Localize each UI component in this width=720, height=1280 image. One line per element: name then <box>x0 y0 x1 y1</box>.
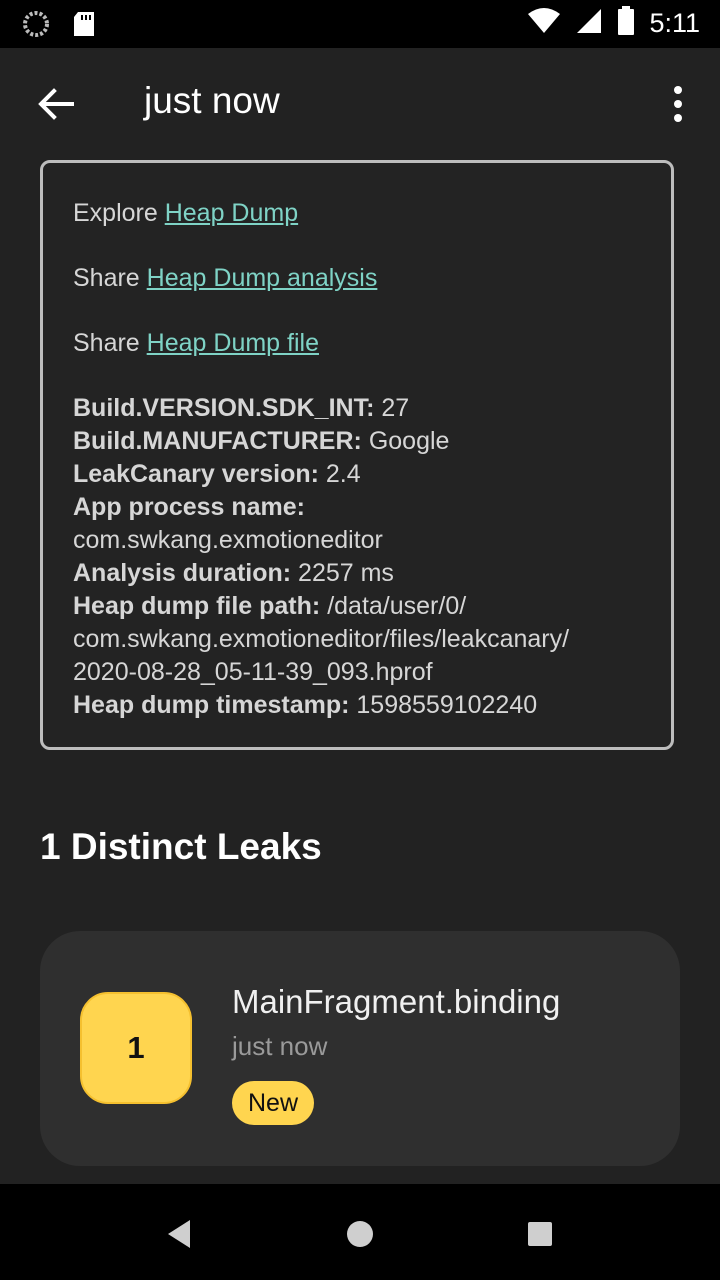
info-line: Build.MANUFACTURER: Google <box>73 427 450 455</box>
heap-dump-info-card: Explore Heap Dump Share Heap Dump analys… <box>40 160 674 750</box>
more-vert-icon <box>658 86 698 136</box>
explore-row: Explore Heap Dump <box>73 197 663 230</box>
signal-icon <box>575 7 603 40</box>
info-line: com.swkang.exmotioneditor <box>73 526 383 554</box>
explore-heap-dump-link[interactable]: Heap Dump <box>165 199 298 227</box>
leak-time: just now <box>232 1031 328 1061</box>
back-button[interactable] <box>28 76 84 132</box>
leak-count-badge: 1 <box>80 992 192 1104</box>
build-info: Build.VERSION.SDK_INT: 27 Build.MANUFACT… <box>73 392 663 722</box>
wifi-icon <box>527 7 561 40</box>
info-line: com.swkang.exmotioneditor/files/leakcana… <box>73 625 570 653</box>
section-title: 1 Distinct Leaks <box>40 826 322 867</box>
recents-square-icon <box>520 1222 560 1258</box>
app-bar: just now <box>0 48 720 160</box>
share-analysis-row: Share Heap Dump analysis <box>73 262 663 295</box>
nav-recents-button[interactable] <box>520 1214 560 1254</box>
leak-title: MainFragment.binding <box>232 983 561 1020</box>
status-bar: 5:11 <box>0 0 720 48</box>
share-file-row: Share Heap Dump file <box>73 327 663 360</box>
info-line: Heap dump file path: /data/user/0/ <box>73 592 467 620</box>
navigation-bar <box>0 1184 720 1280</box>
back-triangle-icon <box>160 1220 200 1258</box>
share-file-label: Share <box>73 329 140 357</box>
status-time: 5:11 <box>649 8 700 38</box>
info-line: LeakCanary version: 2.4 <box>73 460 361 488</box>
info-line: Build.VERSION.SDK_INT: 27 <box>73 394 410 422</box>
page-title: just now <box>144 80 280 121</box>
info-line: App process name: <box>73 493 306 521</box>
sd-card-icon <box>72 10 96 43</box>
home-circle-icon <box>340 1221 380 1258</box>
nav-back-button[interactable] <box>160 1214 200 1254</box>
loading-icon <box>22 10 50 43</box>
share-analysis-label: Share <box>73 264 140 292</box>
more-options-button[interactable] <box>658 76 698 132</box>
info-line: 2020-08-28_05-11-39_093.hprof <box>73 658 433 686</box>
share-analysis-link[interactable]: Heap Dump analysis <box>147 264 378 292</box>
new-tag: New <box>232 1081 315 1125</box>
leak-list-item[interactable]: 1 MainFragment.binding just now New <box>40 931 680 1166</box>
share-file-link[interactable]: Heap Dump file <box>147 329 319 357</box>
explore-label: Explore <box>73 199 158 227</box>
arrow-back-icon <box>28 88 84 136</box>
battery-icon <box>617 6 635 41</box>
nav-home-button[interactable] <box>340 1214 380 1254</box>
info-line: Analysis duration: 2257 ms <box>73 559 394 587</box>
info-line: Heap dump timestamp: 1598559102240 <box>73 691 538 719</box>
